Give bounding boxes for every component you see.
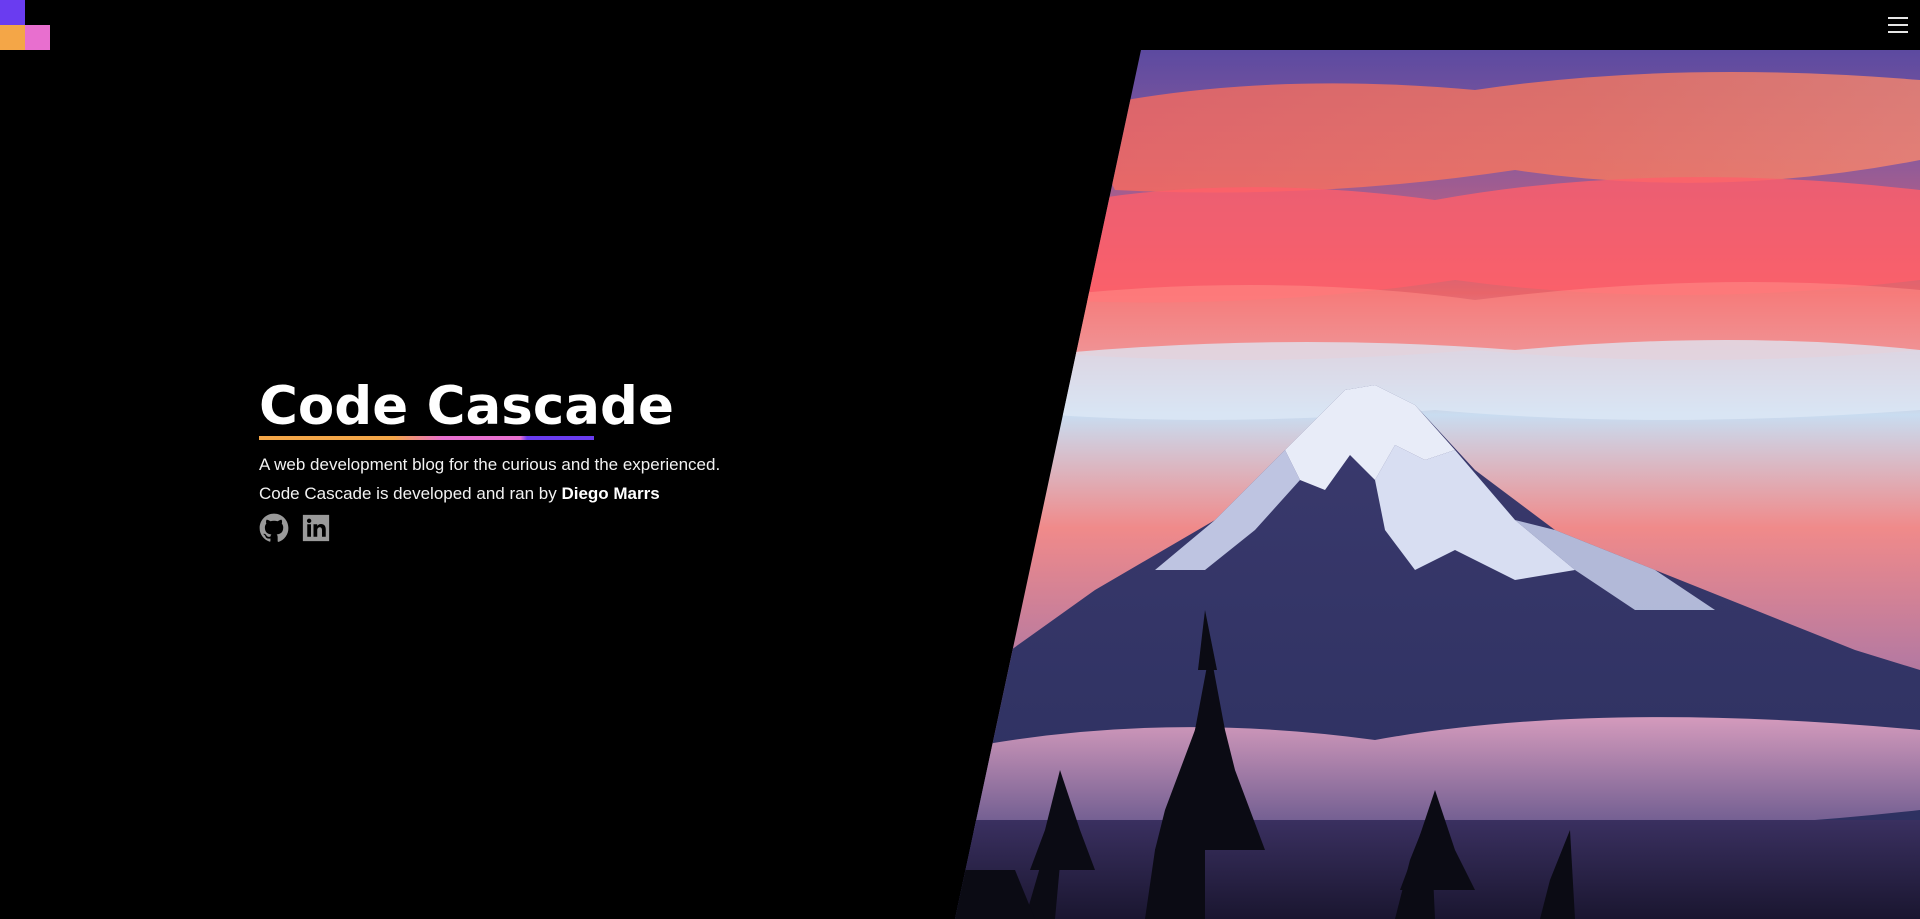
menu-bar (1888, 31, 1908, 33)
home-page: Code Cascade A web development blog for … (0, 0, 1920, 919)
hamburger-menu-icon[interactable] (1888, 15, 1910, 35)
hero-intro: Code Cascade A web development blog for … (259, 377, 859, 543)
linkedin-icon[interactable] (301, 513, 331, 543)
site-title-text: Code Cascade (259, 376, 674, 437)
logo-square-orange (0, 25, 25, 50)
tagline: A web development blog for the curious a… (259, 455, 721, 474)
site-logo[interactable] (0, 0, 50, 50)
site-title: Code Cascade (259, 377, 674, 440)
menu-bar (1888, 17, 1908, 19)
social-links (259, 513, 859, 543)
logo-square-pink (25, 25, 50, 50)
logo-square-purple (0, 0, 25, 25)
hero-mountain-image (955, 50, 1920, 919)
author-name: Diego Marrs (561, 484, 660, 503)
credit-line: Code Cascade is developed and ran by Die… (259, 479, 859, 508)
credit-prefix: Code Cascade is developed and ran by (259, 484, 562, 503)
github-icon[interactable] (259, 513, 289, 543)
menu-bar (1888, 24, 1908, 26)
